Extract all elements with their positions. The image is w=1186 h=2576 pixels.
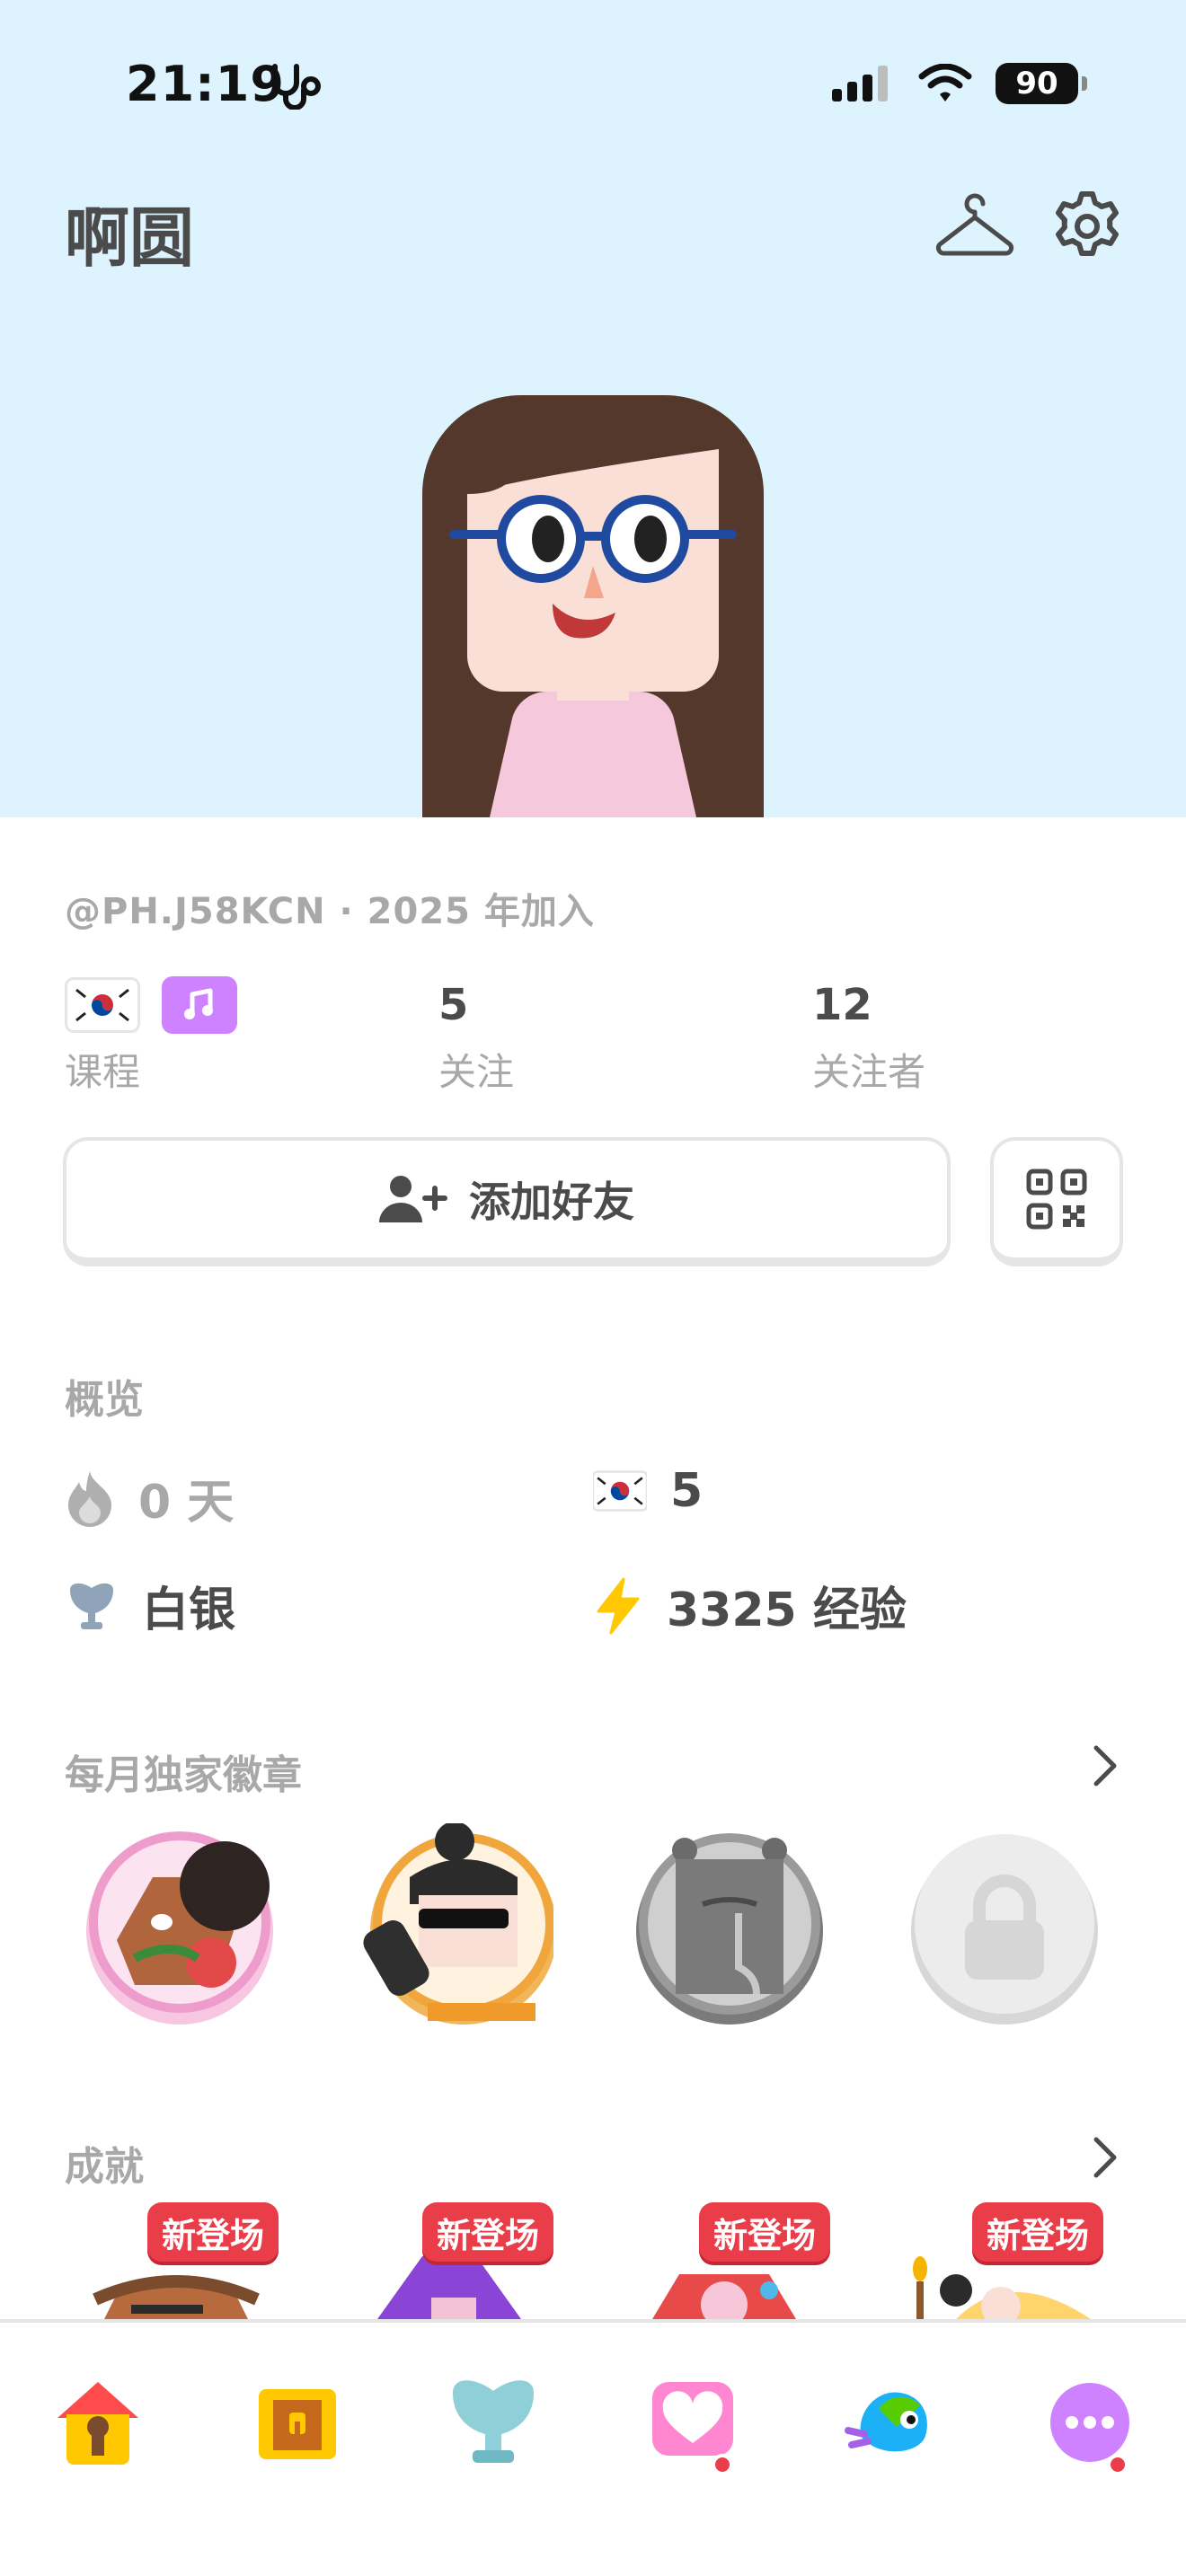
status-icons: 90 <box>832 63 1087 104</box>
handle-join-line: @PH.J58KCN · 2025 年加入 <box>65 882 595 934</box>
notification-dot <box>1107 2454 1128 2475</box>
following-stat[interactable]: 5 关注 <box>438 975 514 1097</box>
profile-handle: @PH.J58KCN <box>65 891 326 932</box>
league-icon[interactable] <box>444 2373 543 2472</box>
chevron-right-icon[interactable] <box>1087 2134 1123 2181</box>
lightning-icon <box>597 1577 640 1634</box>
notification-dot <box>712 2454 733 2475</box>
followers-label: 关注者 <box>812 1050 926 1094</box>
handle-separator: · <box>339 891 354 932</box>
avatar <box>422 395 764 817</box>
qr-code-icon <box>1026 1169 1087 1230</box>
profile-stats: 课程 5 关注 12 关注者 <box>65 975 1125 1094</box>
duo-icon[interactable] <box>843 2373 942 2472</box>
following-label: 关注 <box>438 1050 515 1094</box>
add-friend-button[interactable]: 添加好友 <box>63 1137 951 1266</box>
music-course-icon <box>162 976 237 1034</box>
followers-count: 12 <box>812 980 872 1030</box>
xp-value: 3325 经验 <box>667 1584 907 1637</box>
badge-agent[interactable] <box>356 1823 553 2030</box>
achievements-row: 新登场 新登场 新登场 新登场 <box>0 2192 1186 2319</box>
overview-title: 概览 <box>65 1377 144 1423</box>
course-level-value: 5 <box>670 1464 704 1518</box>
achievement-item[interactable]: 新登场 <box>902 2192 1118 2319</box>
new-tag: 新登场 <box>972 2202 1104 2262</box>
add-friend-label: 添加好友 <box>469 1178 634 1226</box>
cellular-signal-icon <box>832 66 888 101</box>
hanger-icon[interactable] <box>934 192 1015 260</box>
badge-locked[interactable] <box>906 1823 1103 2030</box>
new-tag: 新登场 <box>699 2202 831 2262</box>
korea-flag-icon <box>593 1470 647 1512</box>
courses-stat[interactable]: 课程 <box>65 975 237 1097</box>
status-time: 21:19 <box>126 56 285 112</box>
bottom-tab-bar <box>0 2319 1186 2576</box>
new-tag: 新登场 <box>422 2202 554 2262</box>
new-tag: 新登场 <box>147 2202 279 2262</box>
chest-icon[interactable] <box>248 2373 347 2472</box>
league-value: 白银 <box>142 1584 236 1637</box>
achievement-item[interactable]: 新登场 <box>359 2192 575 2319</box>
status-bar: 21:19 90 <box>0 0 1186 171</box>
followers-stat[interactable]: 12 关注者 <box>812 975 925 1097</box>
streak-value: 0 天 <box>138 1476 235 1530</box>
monthly-badges-row <box>81 1823 1123 2039</box>
league-trophy-icon <box>70 1583 113 1629</box>
stethoscope-icon <box>272 64 321 110</box>
badge-cowboy[interactable] <box>81 1823 279 2030</box>
streak-stat: 0 天 <box>65 1464 234 1531</box>
achievements-title: 成就 <box>65 2144 144 2190</box>
courses-label: 课程 <box>65 1050 141 1094</box>
home-icon[interactable] <box>49 2373 147 2472</box>
achievement-item[interactable]: 新登场 <box>86 2192 302 2319</box>
join-date: 2025 年加入 <box>367 891 595 932</box>
following-count: 5 <box>438 980 469 1030</box>
gear-icon[interactable] <box>1049 189 1125 264</box>
xp-stat: 3325 经验 <box>593 1572 907 1639</box>
chevron-right-icon[interactable] <box>1087 1742 1123 1789</box>
badge-silver-bear[interactable] <box>631 1823 828 2030</box>
battery-indicator: 90 <box>996 63 1087 104</box>
profile-hero: 21:19 90 啊圆 <box>0 0 1186 817</box>
qr-code-button[interactable] <box>990 1137 1123 1266</box>
course-level-stat: 5 <box>593 1464 703 1518</box>
league-stat: 白银 <box>65 1572 235 1639</box>
add-user-icon <box>379 1176 447 1222</box>
flame-icon <box>68 1470 111 1527</box>
wifi-icon <box>918 64 972 101</box>
monthly-badges-title: 每月独家徽章 <box>65 1752 302 1798</box>
korea-flag-icon <box>65 977 140 1033</box>
profile-name: 啊圆 <box>65 200 195 276</box>
achievement-item[interactable]: 新登场 <box>634 2192 850 2319</box>
